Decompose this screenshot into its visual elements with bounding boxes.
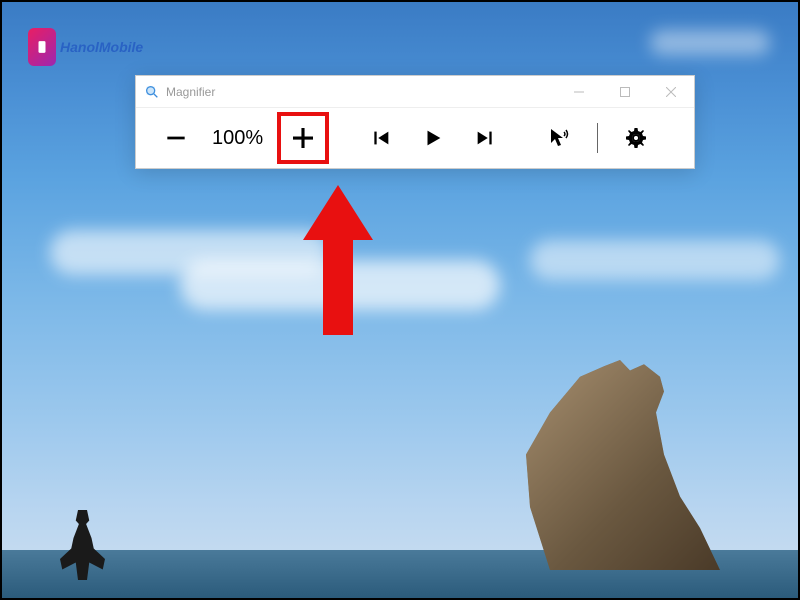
minimize-button[interactable] bbox=[556, 76, 602, 107]
read-aloud-cursor-button[interactable] bbox=[537, 116, 581, 160]
window-controls bbox=[556, 76, 694, 107]
titlebar[interactable]: Magnifier bbox=[136, 76, 694, 108]
magnifier-app-icon bbox=[144, 84, 160, 100]
watermark-icon bbox=[28, 28, 56, 66]
close-button[interactable] bbox=[648, 76, 694, 107]
zoom-out-button[interactable] bbox=[154, 116, 198, 160]
watermark-text: HanolMobile bbox=[60, 39, 143, 55]
zoom-level-display: 100% bbox=[206, 127, 269, 150]
cloud-decoration bbox=[530, 240, 780, 280]
toolbar-divider bbox=[597, 123, 598, 153]
magnifier-toolbar: 100% bbox=[136, 108, 694, 168]
window-title: Magnifier bbox=[166, 85, 556, 99]
cloud-decoration bbox=[650, 30, 770, 55]
cloud-decoration bbox=[180, 260, 500, 310]
magnifier-window: Magnifier 100% bbox=[135, 75, 695, 169]
settings-button[interactable] bbox=[614, 116, 658, 160]
rock-decoration bbox=[520, 360, 720, 570]
play-button[interactable] bbox=[411, 116, 455, 160]
zoom-in-button[interactable] bbox=[277, 112, 329, 164]
next-button[interactable] bbox=[463, 116, 507, 160]
watermark-logo: HanolMobile bbox=[28, 28, 143, 66]
maximize-button[interactable] bbox=[602, 76, 648, 107]
previous-button[interactable] bbox=[359, 116, 403, 160]
